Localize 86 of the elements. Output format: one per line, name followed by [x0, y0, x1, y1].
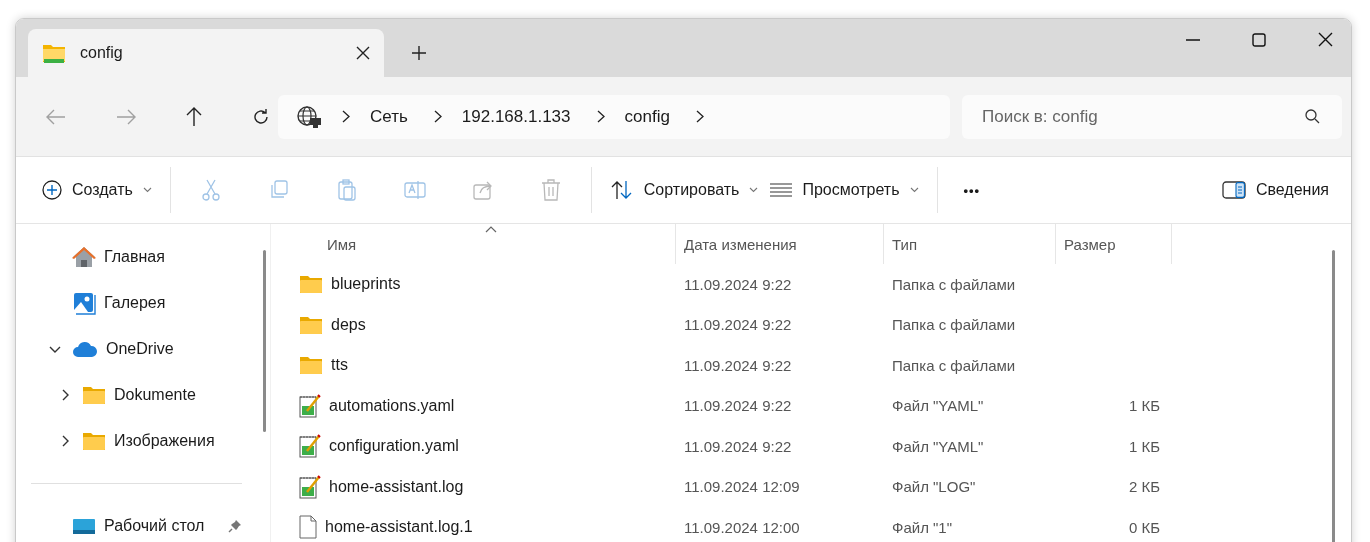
details-pane-icon [1221, 181, 1246, 199]
chevron-right-icon[interactable] [695, 110, 704, 123]
caret-icon [142, 187, 152, 193]
new-tab-icon[interactable] [412, 46, 426, 60]
modified-date: 11.09.2024 12:00 [684, 518, 800, 536]
chevron-right-icon[interactable] [433, 110, 442, 123]
modified-date: 11.09.2024 9:22 [684, 316, 792, 334]
create-button[interactable]: Создать [36, 170, 158, 210]
folder-icon [82, 431, 106, 451]
house-icon [72, 246, 96, 268]
breadcrumb[interactable]: config [624, 106, 670, 127]
column-header[interactable]: Дата изменения [676, 224, 884, 264]
list-lines-icon [770, 183, 793, 197]
plus-circle-icon [42, 180, 62, 200]
file-size: 1 КБ [1128, 397, 1160, 415]
breadcrumb[interactable]: 192.168.1.133 [461, 106, 571, 127]
sort-button[interactable]: Сортировать [603, 170, 765, 210]
column-header[interactable]: Размер [1056, 224, 1172, 264]
sidebar-item-label: Галерея [104, 294, 166, 312]
sidebar-item[interactable]: Изображения [16, 418, 270, 464]
sidebar-item-label: OneDrive [106, 340, 174, 358]
modified-date: 11.09.2024 9:22 [684, 275, 792, 293]
folder-icon [82, 385, 106, 405]
file-name[interactable]: home-assistant.log.1 [325, 518, 473, 537]
folder-icon [299, 355, 323, 376]
view-button[interactable]: Просмотреть [764, 170, 925, 210]
sidebar-item[interactable]: OneDrive [16, 326, 270, 372]
tab-title: config [80, 44, 124, 62]
column-header[interactable]: Тип [884, 224, 1056, 264]
minimize-icon[interactable] [1186, 38, 1200, 41]
search-icon [1305, 108, 1320, 124]
file-size: 1 КБ [1128, 437, 1160, 455]
file-name[interactable]: tts [331, 356, 348, 375]
file-type: Папка с файлами [892, 316, 1016, 334]
sidebar-item-label: Рабочий стол [104, 517, 205, 535]
file-type: Папка с файлами [892, 275, 1016, 293]
modified-date: 11.09.2024 9:22 [684, 397, 792, 415]
caret-icon [909, 187, 919, 193]
folder-tab[interactable]: config [28, 29, 384, 77]
file-type: Файл "YAML" [892, 437, 984, 455]
sidebar-item[interactable]: Галерея [16, 280, 270, 326]
folder-icon [299, 314, 323, 335]
text-file-icon [299, 474, 321, 499]
close-icon[interactable] [356, 46, 370, 60]
close-icon[interactable] [1318, 32, 1333, 47]
file-name[interactable]: deps [331, 315, 366, 334]
text-file-icon [299, 393, 321, 418]
desktop-icon [72, 516, 96, 536]
image-icon [72, 291, 96, 315]
sidebar-item[interactable]: Рабочий стол [16, 503, 270, 542]
file-name[interactable]: home-assistant.log [329, 477, 464, 496]
chevron-right-icon[interactable] [342, 110, 350, 123]
modified-date: 11.09.2024 12:09 [684, 478, 800, 496]
file-size: 2 КБ [1128, 478, 1160, 496]
sidebar-item[interactable]: Главная [16, 234, 270, 280]
file-name[interactable]: blueprints [331, 275, 401, 294]
text-file-icon [299, 434, 321, 459]
folder-icon [299, 274, 323, 295]
chevron-right-icon[interactable] [596, 110, 605, 123]
sidebar-item[interactable]: Dokumente [16, 372, 270, 418]
caret-icon [749, 187, 759, 193]
modified-date: 11.09.2024 9:22 [684, 356, 792, 374]
file-type: Папка с файлами [892, 356, 1016, 374]
sidebar-item-label: Dokumente [114, 386, 196, 404]
sidebar-item-label: Изображения [114, 432, 215, 450]
network-globe-icon [296, 104, 322, 129]
column-header[interactable]: Имя [281, 224, 676, 264]
breadcrumb[interactable]: Сеть [370, 106, 408, 127]
file-type: Файл "YAML" [892, 397, 984, 415]
maximize-icon[interactable] [1252, 32, 1266, 47]
file-name[interactable]: automations.yaml [329, 396, 455, 415]
folder-icon [42, 42, 66, 64]
sidebar-item-label: Главная [104, 248, 165, 266]
file-type: Файл "LOG" [892, 478, 976, 496]
address-bar[interactable]: Сеть 192.168.1.133 config [278, 94, 950, 139]
more-options-button[interactable]: ••• [949, 170, 995, 210]
file-size: 0 КБ [1128, 518, 1160, 536]
cloud-icon [72, 340, 98, 358]
sort-arrows-icon [609, 180, 634, 200]
refresh-icon[interactable] [252, 107, 270, 126]
details-button[interactable]: Сведения [1215, 170, 1335, 210]
file-type: Файл "1" [892, 518, 953, 536]
up-arrow-icon[interactable] [186, 106, 202, 127]
modified-date: 11.09.2024 9:22 [684, 437, 792, 455]
search-field[interactable]: Поиск в: config [962, 94, 1342, 139]
file-name[interactable]: configuration.yaml [329, 437, 459, 456]
